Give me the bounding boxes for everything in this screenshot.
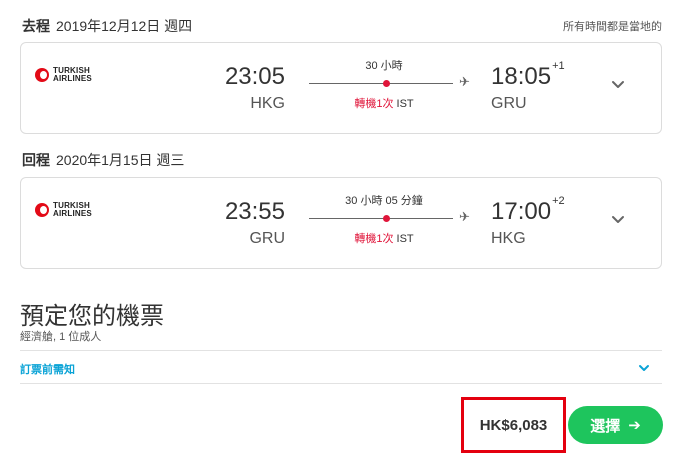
turkish-airlines-logo-icon <box>35 68 49 82</box>
airline-logo: TURKISH AIRLINES <box>35 202 92 218</box>
flight-duration: 30 小時 <box>365 60 403 72</box>
outbound-label: 去程 <box>22 18 50 34</box>
arrival-airport: HKG <box>491 230 526 247</box>
stop-airport: IST <box>396 233 414 245</box>
divider <box>20 350 662 351</box>
return-header: 回程 2020年1月15日 週三 <box>22 150 184 170</box>
outbound-header: 去程 2019年12月12日 週四 <box>22 16 192 36</box>
turkish-airlines-logo-icon <box>35 203 49 217</box>
price-highlight: HK$6,083 <box>461 397 566 453</box>
arrow-right-icon: ➔ <box>628 417 641 434</box>
departure-time: 23:55 <box>224 198 285 225</box>
stop-dot <box>383 215 390 222</box>
divider <box>20 383 662 384</box>
arrival-airport: GRU <box>491 95 527 112</box>
chevron-down-icon[interactable] <box>611 212 625 226</box>
select-button-label: 選擇 <box>590 417 621 435</box>
return-label: 回程 <box>22 152 50 168</box>
arrival-time: 17:00+2 <box>491 195 565 225</box>
stops-info: 轉機1次 IST <box>307 95 461 111</box>
stop-dot <box>383 80 390 87</box>
stops-count: 轉機1次 <box>354 98 394 110</box>
route-line <box>309 83 453 84</box>
plane-icon: ✈ <box>459 209 470 224</box>
return-date: 2020年1月15日 週三 <box>56 152 185 168</box>
chevron-down-icon[interactable] <box>611 77 625 91</box>
return-flight-card[interactable]: TURKISH AIRLINES 23:55 GRU 30 小時 05 分鐘 ✈… <box>20 177 662 269</box>
outbound-date: 2019年12月12日 週四 <box>56 18 193 34</box>
day-offset: +1 <box>552 60 565 72</box>
airline-logo: TURKISH AIRLINES <box>35 67 92 83</box>
departure-airport: HKG <box>250 95 285 112</box>
arrival-time: 18:05+1 <box>491 60 565 90</box>
outbound-flight-card[interactable]: TURKISH AIRLINES 23:05 HKG 30 小時 ✈ 轉機1次 … <box>20 42 662 134</box>
booking-subtitle: 經濟艙, 1 位成人 <box>20 331 102 343</box>
departure-airport: GRU <box>249 230 285 247</box>
stop-airport: IST <box>396 98 414 110</box>
booking-notice-link[interactable]: 訂票前需知 <box>20 361 75 377</box>
flight-duration: 30 小時 05 分鐘 <box>345 195 423 207</box>
route-line <box>309 218 453 219</box>
plane-icon: ✈ <box>459 74 470 89</box>
booking-title: 預定您的機票 <box>20 303 164 330</box>
stops-count: 轉機1次 <box>354 233 394 245</box>
stops-info: 轉機1次 IST <box>307 230 461 246</box>
airline-name-line2: AIRLINES <box>53 74 92 83</box>
departure-time: 23:05 <box>224 63 285 90</box>
airline-name-line2: AIRLINES <box>53 209 92 218</box>
day-offset: +2 <box>552 195 565 207</box>
chevron-down-icon[interactable] <box>638 362 650 374</box>
total-price: HK$6,083 <box>479 416 548 434</box>
select-button[interactable]: 選擇 ➔ <box>568 406 663 444</box>
local-time-note: 所有時間都是當地的 <box>563 21 662 33</box>
